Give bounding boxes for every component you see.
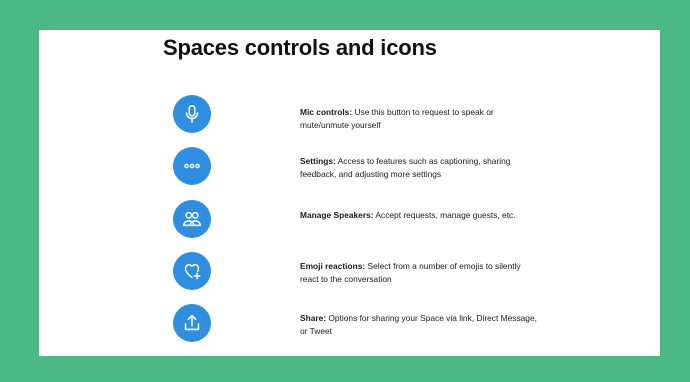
page-title: Spaces controls and icons (163, 35, 437, 60)
item-label: Emoji reactions: (300, 261, 366, 271)
manage-speakers-description: Manage Speakers: Accept requests, manage… (300, 209, 540, 222)
list-item-emoji-reactions: Emoji reactions: Select from a number of… (39, 252, 660, 296)
more-dots-icon (173, 147, 211, 185)
heart-add-icon (173, 252, 211, 290)
list-item-mic-controls: Mic controls: Use this button to request… (39, 95, 660, 139)
item-label: Manage Speakers: (300, 210, 374, 220)
content-panel: Spaces controls and icons Mic controls: … (39, 30, 660, 356)
item-label: Share: (300, 313, 327, 323)
item-label: Settings: (300, 156, 336, 166)
item-text: Accept requests, manage guests, etc. (373, 210, 516, 220)
microphone-icon (173, 95, 211, 133)
people-icon (173, 200, 211, 238)
settings-description: Settings: Access to features such as cap… (300, 155, 540, 181)
list-item-share: Share: Options for sharing your Space vi… (39, 304, 660, 348)
share-description: Share: Options for sharing your Space vi… (300, 312, 540, 338)
emoji-reactions-description: Emoji reactions: Select from a number of… (300, 260, 540, 286)
share-icon (173, 304, 211, 342)
mic-controls-description: Mic controls: Use this button to request… (300, 106, 540, 132)
list-item-settings: Settings: Access to features such as cap… (39, 147, 660, 191)
item-label: Mic controls: (300, 107, 353, 117)
list-item-manage-speakers: Manage Speakers: Accept requests, manage… (39, 200, 660, 244)
item-text: Options for sharing your Space via link,… (300, 313, 537, 336)
